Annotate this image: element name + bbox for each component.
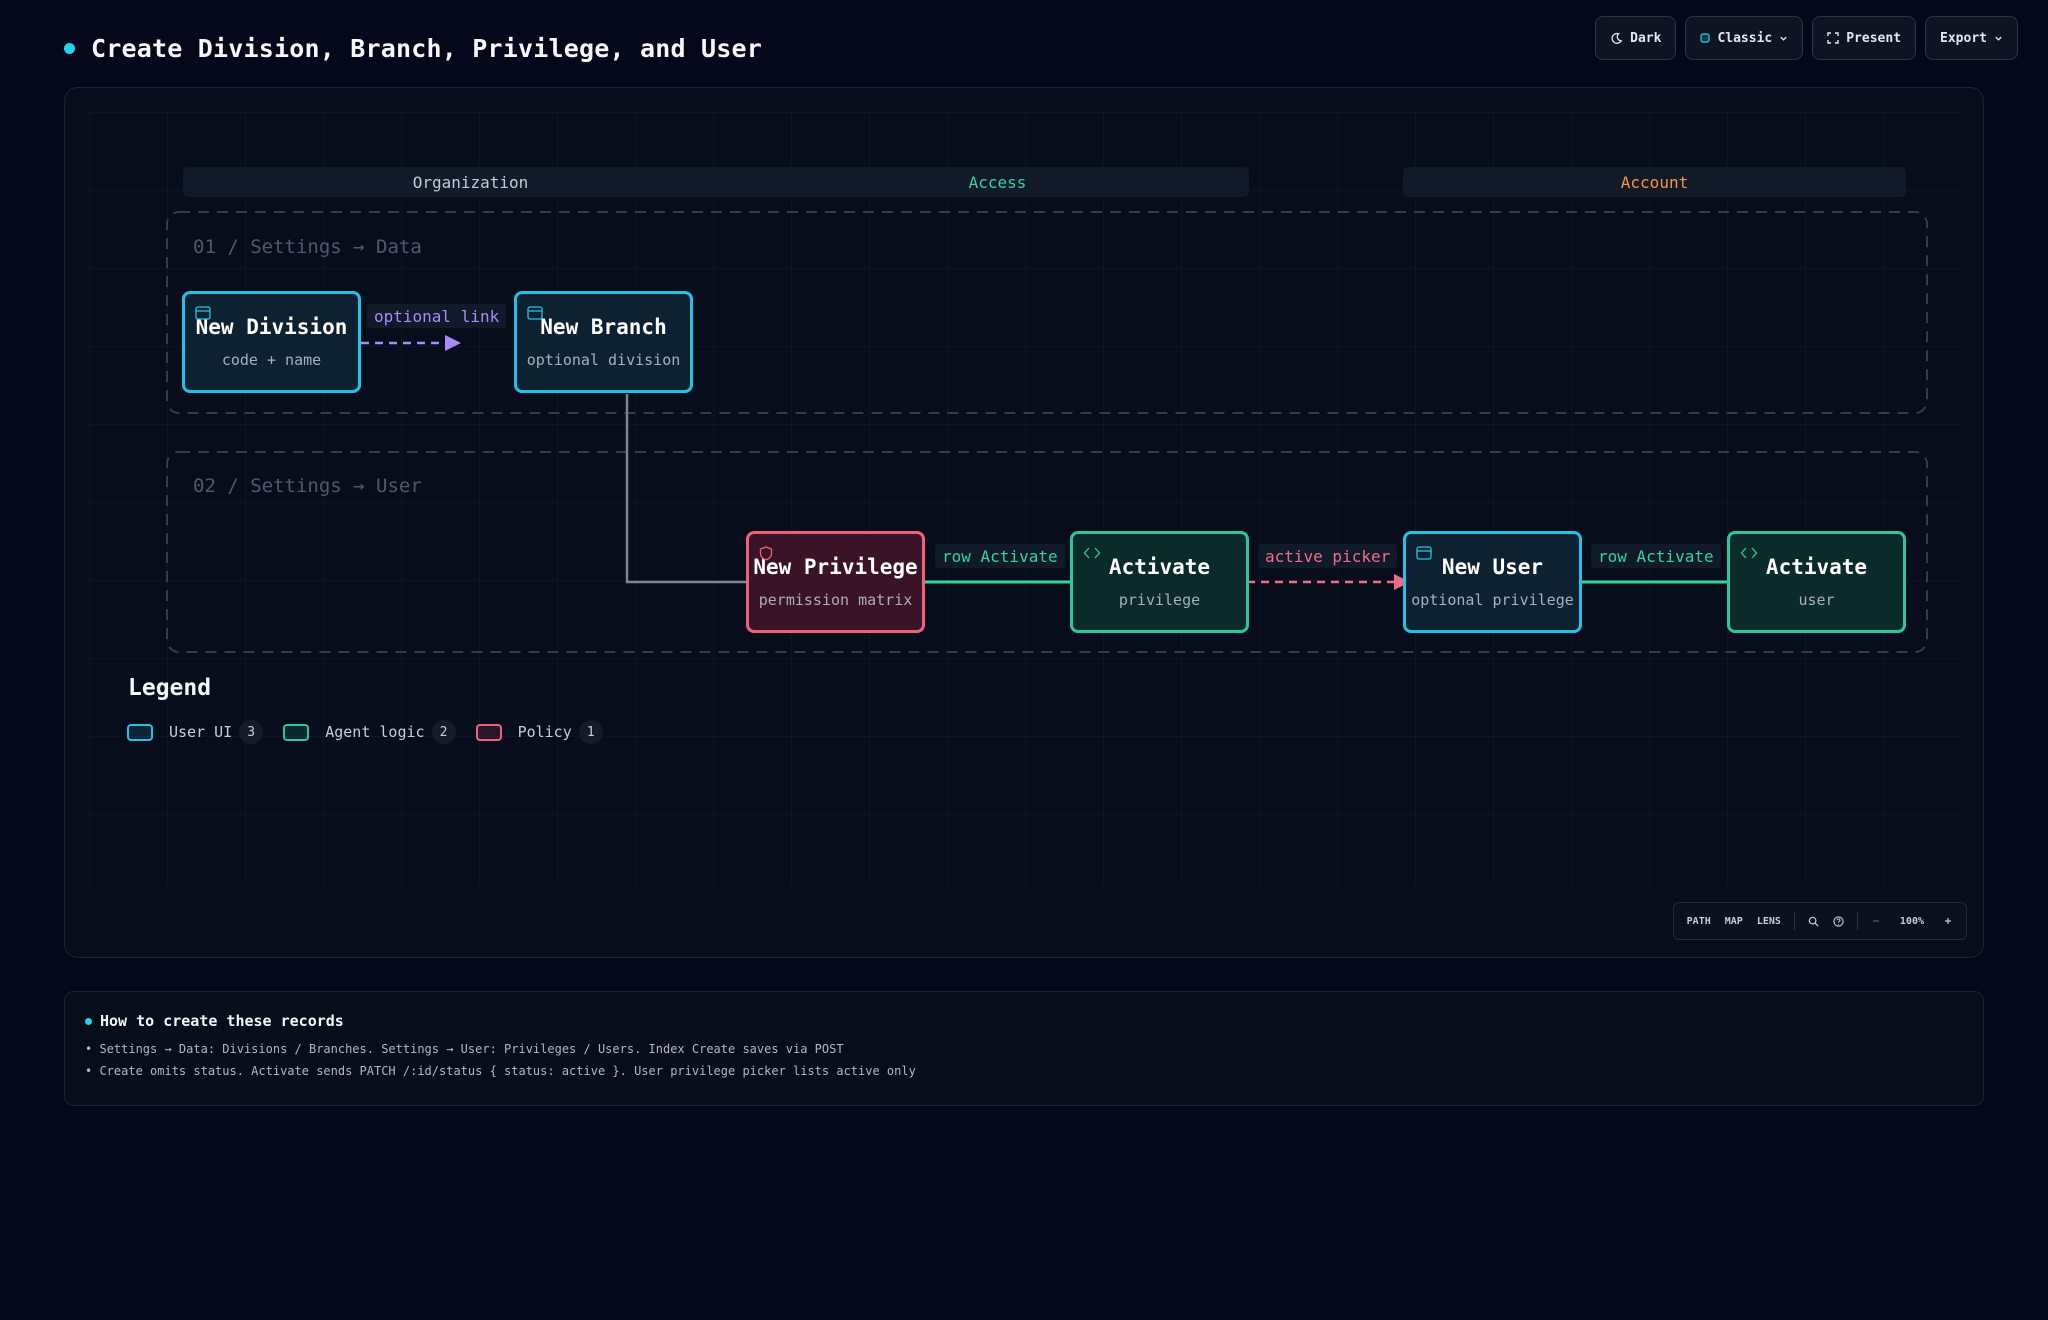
lane-label: Account [1620,172,1689,192]
window-icon [1416,546,1432,560]
node-new-user[interactable]: New User optional privilege [1403,531,1582,633]
node-title: New User [1441,555,1544,579]
present-button[interactable]: Present [1812,16,1917,60]
node-subtitle: privilege [1118,591,1201,609]
edge-label-row-activate: row Activate [935,544,1065,568]
title-dot [64,42,75,54]
node-new-branch[interactable]: New Branch optional division [514,291,693,393]
lane-header-access: Access [746,167,1249,197]
note-line: • Create omits status. Activate sends PA… [85,1064,916,1078]
canvas-toolbar: PATH MAP LENS 100% [1672,902,1967,940]
legend-count: 3 [239,720,264,744]
node-title: New Branch [540,315,667,339]
node-subtitle: permission matrix [758,591,913,609]
code-icon [1740,547,1758,559]
legend-title: Legend [128,675,212,701]
edge-label-active-picker: active picker [1258,544,1398,568]
notes-panel: How to create these records • Settings →… [64,991,1984,1106]
notes-title: How to create these records [100,1012,344,1030]
stage-label-user: 02 / Settings → User [193,475,422,497]
legend-item-agent-logic: Agent logic 2 [283,720,456,744]
node-title: Activate [1108,555,1211,579]
lane-header-account: Account [1403,167,1906,197]
legend: User UI 3 Agent logic 2 Policy 1 [127,720,623,744]
notes-dot [85,1017,92,1025]
fullscreen-icon [1827,32,1839,44]
node-activate-user[interactable]: Activate user [1727,531,1906,633]
style-select-label: Classic [1717,30,1773,46]
node-subtitle: optional division [526,351,681,369]
node-subtitle: optional privilege [1411,591,1574,609]
window-icon [195,306,211,320]
node-title: New Division [195,315,348,339]
window-icon [527,306,543,320]
legend-item-user-ui: User UI 3 [127,720,264,744]
stage-label-data: 01 / Settings → Data [193,236,422,258]
legend-label: Agent logic [325,723,425,741]
diagram-graphics [89,112,1961,886]
chevron-down-icon [1995,36,2002,41]
node-new-division[interactable]: New Division code + name [182,291,361,393]
legend-swatch [127,723,153,741]
node-subtitle: user [1798,591,1835,609]
node-activate-privilege[interactable]: Activate privilege [1070,531,1249,633]
zoom-out-button[interactable] [1864,916,1888,926]
toolbar-divider [1793,912,1795,930]
style-select-button[interactable]: Classic [1685,16,1804,60]
lane-header-organization: Organization [183,167,758,197]
lane-label: Organization [412,172,529,192]
node-new-privilege[interactable]: New Privilege permission matrix [746,531,925,633]
edge-label-row-activate: row Activate [1591,544,1721,568]
search-button[interactable] [1801,916,1826,927]
legend-count: 2 [431,720,456,744]
search-icon [1808,916,1819,927]
canvas-grid [89,112,1961,886]
legend-swatch [475,723,502,741]
notes-heading: How to create these records [85,1012,344,1030]
node-subtitle: code + name [221,351,322,369]
moon-icon [1611,32,1623,44]
page-title: Create Division, Branch, Privilege, and … [91,33,763,63]
note-line: • Settings → Data: Divisions / Branches.… [85,1042,844,1056]
lane-label: Access [968,172,1027,192]
legend-count: 1 [578,720,603,744]
zoom-level: 100% [1899,915,1924,927]
legend-swatch [283,723,310,741]
help-button[interactable] [1826,915,1851,927]
diagram-canvas[interactable]: Organization Access Account 01 / Setting… [64,87,1984,958]
help-icon [1833,915,1844,927]
swatch-icon [1700,33,1711,43]
legend-item-policy: Policy 1 [475,720,603,744]
edge-label-optional-link: optional link [367,304,507,328]
top-toolbar: Dark Classic Present Export [1595,16,2018,60]
toolbar-divider [1856,912,1858,930]
chevron-down-icon [1780,36,1787,41]
map-mode-button[interactable]: MAP [1718,916,1750,927]
minus-icon [1872,920,1879,922]
theme-toggle-button[interactable]: Dark [1595,16,1677,60]
export-button[interactable]: Export [1925,16,2018,60]
shield-icon [759,546,773,561]
legend-label: User UI [169,723,233,741]
export-label: Export [1940,30,1987,46]
node-title: New Privilege [753,555,918,579]
path-mode-button[interactable]: PATH [1680,916,1718,927]
theme-toggle-label: Dark [1630,30,1662,46]
code-icon [1083,547,1101,559]
lens-mode-button[interactable]: LENS [1750,916,1788,927]
legend-label: Policy [517,723,572,741]
plus-icon [1945,918,1951,924]
page-header: Create Division, Branch, Privilege, and … [64,26,762,70]
zoom-in-button[interactable] [1936,916,1960,926]
present-label: Present [1846,30,1902,46]
node-title: Activate [1765,555,1868,579]
